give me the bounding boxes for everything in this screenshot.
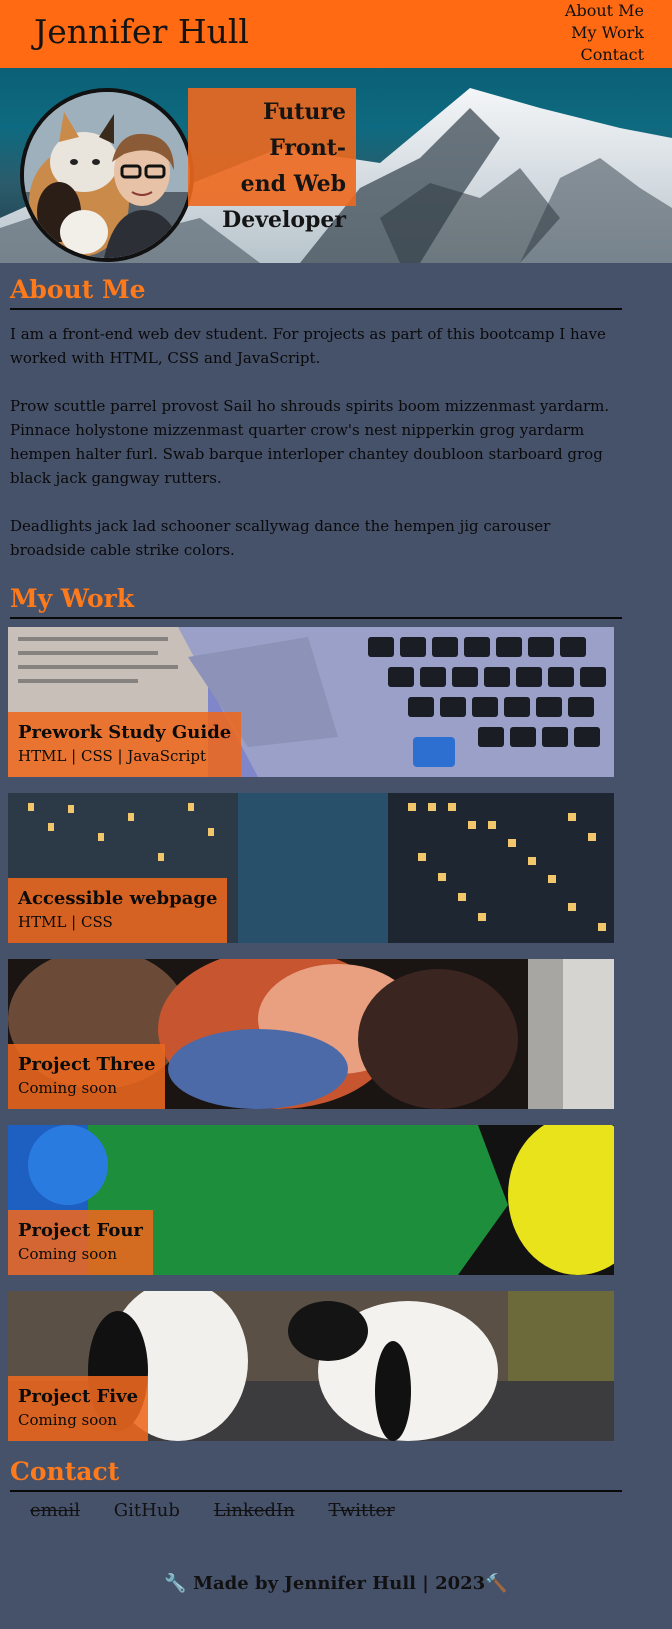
project-title: Prework Study Guide	[18, 722, 232, 743]
hero-tagline: Future Front- end Web Developer	[188, 88, 356, 233]
project-card-five[interactable]: Project Five Coming soon	[8, 1291, 614, 1441]
section-divider	[10, 617, 622, 619]
section-divider	[10, 308, 622, 310]
project-tech: HTML | CSS | JavaScript	[18, 747, 206, 765]
project-title: Project Five	[18, 1386, 139, 1407]
project-caption: Accessible webpage HTML | CSS	[8, 878, 228, 943]
hero-banner: Future Front- end Web Developer	[0, 68, 672, 263]
about-paragraph: Deadlights jack lad schooner scallywag d…	[10, 517, 551, 559]
about-text: I am a front-end web dev student. For pr…	[10, 322, 622, 562]
twitter-link[interactable]: Twitter	[328, 1500, 394, 1521]
work-section: My Work Prework Study Guide HTML | CSS |…	[0, 584, 672, 1441]
project-caption: Project Five Coming soon	[8, 1376, 149, 1441]
project-card-four[interactable]: Project Four Coming soon	[8, 1125, 614, 1275]
footer-text: Made by Jennifer Hull | 2023	[193, 1573, 486, 1594]
project-title: Project Four	[18, 1220, 143, 1241]
hammer-icon: 🔨	[485, 1573, 508, 1594]
project-title: Accessible webpage	[18, 888, 218, 909]
tagline-line: Developer	[222, 207, 346, 233]
main-nav: About Me My Work Contact	[565, 0, 644, 66]
project-tech: Coming soon	[18, 1079, 117, 1097]
project-card-three[interactable]: Project Three Coming soon	[8, 959, 614, 1109]
project-tech: HTML | CSS	[18, 913, 113, 931]
work-heading: My Work	[10, 584, 135, 613]
email-link[interactable]: email	[30, 1500, 80, 1521]
about-paragraph: Prow scuttle parrel provost Sail ho shro…	[10, 397, 610, 487]
nav-link-contact[interactable]: Contact	[565, 44, 644, 66]
about-paragraph: I am a front-end web dev student. For pr…	[10, 325, 606, 367]
project-caption: Project Three Coming soon	[8, 1044, 166, 1109]
profile-photo	[20, 88, 194, 262]
project-caption: Project Four Coming soon	[8, 1210, 153, 1275]
site-header: Jennifer Hull About Me My Work Contact	[0, 0, 672, 68]
about-section: About Me I am a front-end web dev studen…	[0, 263, 672, 562]
github-link[interactable]: GitHub	[114, 1500, 180, 1521]
contact-links: email GitHub LinkedIn Twitter	[30, 1500, 672, 1521]
project-card-accessible[interactable]: Accessible webpage HTML | CSS	[8, 793, 614, 943]
linkedin-link[interactable]: LinkedIn	[214, 1500, 295, 1521]
site-title: Jennifer Hull	[34, 12, 249, 51]
project-list: Prework Study Guide HTML | CSS | JavaScr…	[0, 627, 672, 1441]
project-title: Project Three	[18, 1054, 156, 1075]
wrench-icon: 🔧	[164, 1573, 187, 1594]
nav-link-about[interactable]: About Me	[565, 0, 644, 22]
project-caption: Prework Study Guide HTML | CSS | JavaScr…	[8, 712, 242, 777]
section-divider	[10, 1490, 622, 1492]
site-footer: 🔧 Made by Jennifer Hull | 2023🔨	[0, 1573, 672, 1594]
project-tech: Coming soon	[18, 1245, 117, 1263]
tagline-line: end Web	[240, 171, 346, 197]
project-tech: Coming soon	[18, 1411, 117, 1429]
contact-heading: Contact	[10, 1457, 120, 1486]
contact-section: Contact email GitHub LinkedIn Twitter	[0, 1457, 672, 1521]
about-heading: About Me	[10, 275, 146, 304]
tagline-line: Future Front-	[263, 99, 346, 161]
project-card-prework[interactable]: Prework Study Guide HTML | CSS | JavaScr…	[8, 627, 614, 777]
nav-link-work[interactable]: My Work	[565, 22, 644, 44]
